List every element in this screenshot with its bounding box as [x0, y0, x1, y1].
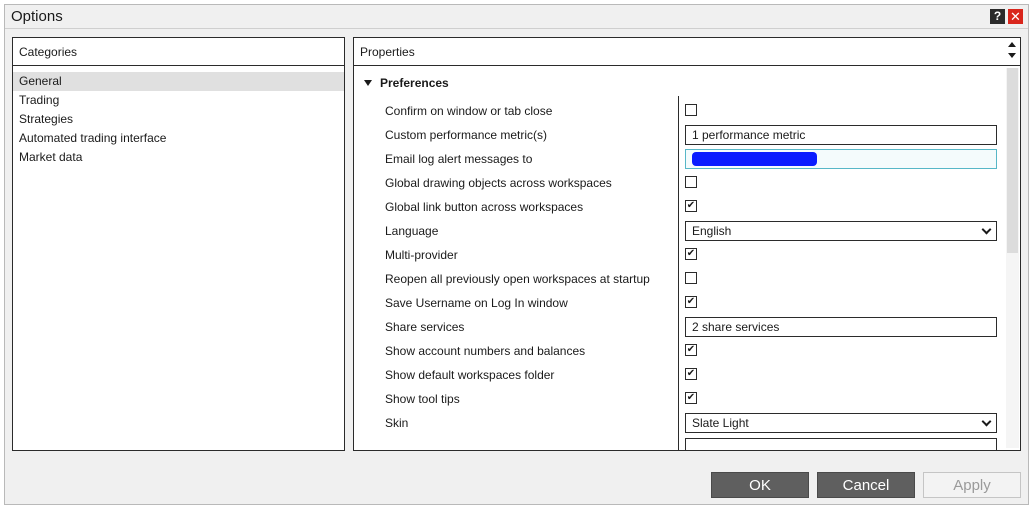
collapse-triangle-icon[interactable]: [364, 80, 372, 86]
select-value: English: [692, 224, 732, 238]
property-row: Save Username on Log In window ✔: [354, 292, 1004, 316]
chevron-down-icon[interactable]: [981, 224, 992, 235]
preferences-section[interactable]: Preferences: [362, 76, 449, 90]
property-row: Share services 2 share services: [354, 316, 1004, 340]
property-label: Custom performance metric(s): [385, 128, 548, 142]
property-label: Reopen all previously open workspaces at…: [385, 272, 650, 286]
property-row: Show tool tips ✔: [354, 388, 1004, 412]
category-item-market-data[interactable]: Market data: [13, 148, 344, 167]
select-field[interactable]: English: [685, 221, 997, 241]
properties-header: Properties: [360, 45, 415, 59]
property-row: Custom performance metric(s) 1 performanc…: [354, 124, 1004, 148]
scroll-down-icon[interactable]: [1008, 53, 1016, 58]
category-item-automated-trading-interface[interactable]: Automated trading interface: [13, 129, 344, 148]
property-label: Email log alert messages to: [385, 152, 533, 166]
property-row: Global link button across workspaces ✔: [354, 196, 1004, 220]
category-item-strategies[interactable]: Strategies: [13, 110, 344, 129]
property-label: Show tool tips: [385, 392, 460, 406]
partial-field: [685, 438, 997, 450]
checkbox[interactable]: [685, 176, 697, 188]
property-label: Show account numbers and balances: [385, 344, 586, 358]
categories-list: General Trading Strategies Automated tradin…: [13, 66, 344, 167]
text-field[interactable]: 2 share services: [685, 317, 997, 337]
checkbox[interactable]: ✔: [685, 296, 697, 308]
email-field[interactable]: [685, 149, 997, 169]
property-row: Show account numbers and balances ✔: [354, 340, 1004, 364]
property-row: Show default workspaces folder ✔: [354, 364, 1004, 388]
scrollbar-thumb[interactable]: [1007, 68, 1018, 253]
category-item-general[interactable]: General: [13, 72, 344, 91]
property-row: Language English: [354, 220, 1004, 244]
partial-row: [354, 436, 1004, 450]
categories-header: Categories: [13, 38, 344, 66]
checkbox[interactable]: ✔: [685, 248, 697, 260]
property-row: Reopen all previously open workspaces at…: [354, 268, 1004, 292]
checkbox[interactable]: ✔: [685, 200, 697, 212]
select-field[interactable]: Slate Light: [685, 413, 997, 433]
title-divider: [5, 28, 1028, 29]
property-label: Global link button across workspaces: [385, 200, 584, 214]
select-value: Slate Light: [692, 416, 749, 430]
property-label: Skin: [385, 416, 409, 430]
property-row: Confirm on window or tab close: [354, 100, 1004, 124]
properties-header-bar: Properties: [354, 38, 1020, 66]
redaction-mark: [692, 152, 817, 166]
property-label: Global drawing objects across workspaces: [385, 176, 612, 190]
vertical-scrollbar[interactable]: [1006, 68, 1019, 448]
property-label: Share services: [385, 320, 465, 334]
property-row: Global drawing objects across workspaces: [354, 172, 1004, 196]
property-label: Show default workspaces folder: [385, 368, 555, 382]
category-item-trading[interactable]: Trading: [13, 91, 344, 110]
chevron-down-icon[interactable]: [981, 416, 992, 427]
checkbox[interactable]: [685, 104, 697, 116]
checkbox[interactable]: ✔: [685, 368, 697, 380]
scroll-up-icon[interactable]: [1008, 42, 1016, 47]
scroll-arrows: [1006, 40, 1018, 64]
property-label: Multi-provider: [385, 248, 458, 262]
ok-button[interactable]: OK: [711, 472, 809, 498]
property-label: Save Username on Log In window: [385, 296, 568, 310]
section-title: Preferences: [380, 76, 449, 90]
apply-button[interactable]: Apply: [923, 472, 1021, 498]
property-row: Skin Slate Light: [354, 412, 1004, 436]
property-label: Language: [385, 224, 439, 238]
property-row: Email log alert messages to: [354, 148, 1004, 172]
help-icon[interactable]: ?: [990, 9, 1005, 24]
checkbox[interactable]: ✔: [685, 344, 697, 356]
text-field[interactable]: 1 performance metric: [685, 125, 997, 145]
cancel-button[interactable]: Cancel: [817, 472, 915, 498]
property-row: Multi-provider ✔: [354, 244, 1004, 268]
checkbox[interactable]: ✔: [685, 392, 697, 404]
window-title: Options: [11, 8, 63, 25]
title-bar: Options ? ✕: [5, 5, 1028, 29]
options-dialog: Options ? ✕ Categories General Trading Str…: [4, 4, 1029, 505]
property-label: Confirm on window or tab close: [385, 104, 553, 118]
checkbox[interactable]: [685, 272, 697, 284]
close-icon[interactable]: ✕: [1008, 9, 1023, 24]
properties-panel: Properties Preferences Confirm on window…: [353, 37, 1021, 451]
categories-panel: Categories General Trading Strategies Autom…: [12, 37, 345, 451]
